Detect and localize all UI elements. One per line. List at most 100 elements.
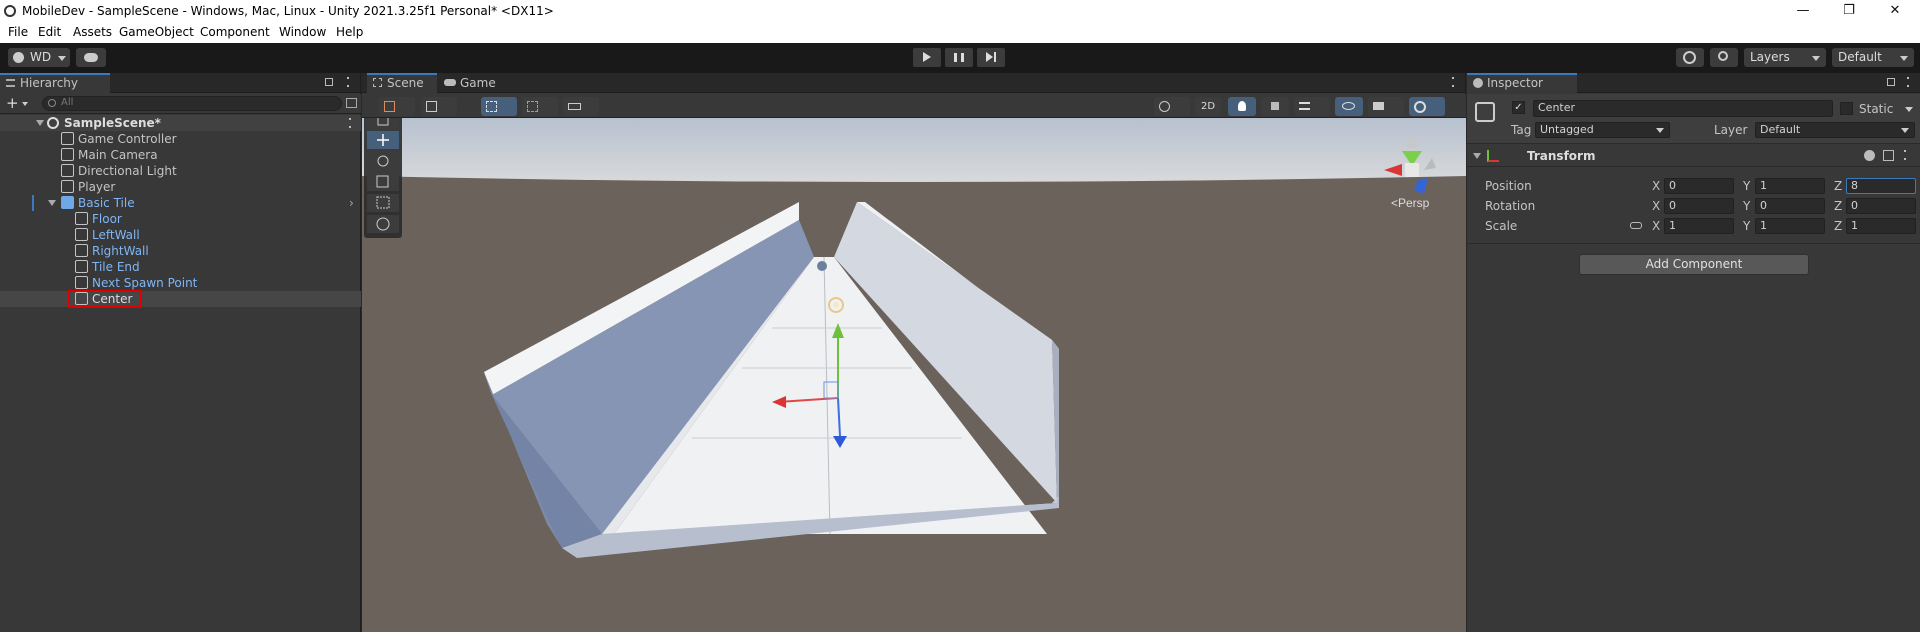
position-y-input[interactable]: 1 [1755,178,1825,194]
gameobject-cube-icon [75,292,88,305]
help-icon[interactable] [1864,150,1875,161]
tab-scene[interactable]: Scene [367,73,437,93]
search-button[interactable] [1710,48,1738,67]
gameobject-cube-icon [75,212,88,225]
kebab-menu-icon[interactable] [347,77,349,87]
hierarchy-item-next-spawn-point[interactable]: Next Spawn Point [0,275,361,291]
expand-arrow-icon[interactable] [36,120,44,126]
transform-header[interactable]: Transform [1467,145,1920,167]
tab-hierarchy[interactable]: Hierarchy [0,73,110,93]
hierarchy-item-floor[interactable]: Floor [0,211,361,227]
rotation-z-label[interactable]: Z [1834,199,1842,213]
expand-arrow-icon[interactable] [1473,153,1481,159]
minimize-button[interactable]: — [1780,0,1826,23]
lock-icon[interactable] [325,78,333,86]
layers-icon [1299,102,1310,110]
hierarchy-item-leftwall[interactable]: LeftWall [0,227,361,243]
gameobject-cube-icon[interactable] [1475,102,1495,122]
history-button[interactable] [1676,48,1704,67]
menu-assets[interactable]: Assets [73,25,112,39]
scale-x-input[interactable]: 1 [1664,218,1734,234]
close-button[interactable]: ✕ [1872,0,1918,23]
menu-component[interactable]: Component [200,25,270,39]
hierarchy-item-basic-tile[interactable]: Basic Tile › [0,195,361,211]
kebab-menu-icon[interactable] [1907,77,1909,87]
menu-gameobject[interactable]: GameObject [119,25,194,39]
rotation-y-input[interactable]: 0 [1755,198,1825,214]
rotation-x-label[interactable]: X [1652,199,1660,213]
scene-viewport[interactable]: <Persp [362,118,1466,632]
chevron-right-icon[interactable]: › [349,195,354,211]
tab-game[interactable]: Game [440,73,510,93]
expand-arrow-icon[interactable] [48,200,56,206]
scale-x-label[interactable]: X [1652,219,1660,233]
chevron-down-icon[interactable] [1905,107,1913,112]
menu-file[interactable]: File [8,25,28,39]
menu-help[interactable]: Help [336,25,363,39]
scale-y-label[interactable]: Y [1743,219,1750,233]
cloud-button[interactable] [76,48,106,67]
list-icon [6,79,15,87]
tool-palette[interactable] [364,118,402,238]
position-x-label[interactable]: X [1652,179,1660,193]
position-z-label[interactable]: Z [1834,179,1842,193]
menu-window[interactable]: Window [279,25,326,39]
hierarchy-item-main-camera[interactable]: Main Camera [0,147,361,163]
gameobject-cube-icon [75,228,88,241]
pause-icon [954,53,964,62]
layer-dropdown[interactable]: Default [1755,122,1915,138]
layers-dropdown[interactable]: Layers [1744,48,1826,67]
static-checkbox[interactable] [1840,102,1853,115]
position-x-input[interactable]: 0 [1664,178,1734,194]
grid-icon [486,101,497,112]
search-icon [1718,51,1728,61]
item-label: Next Spawn Point [92,276,198,290]
position-z-input[interactable]: 8 [1846,178,1916,194]
scene-toolbar: 2D [362,94,1466,118]
chevron-down-icon [58,56,66,61]
search-icon [48,99,56,107]
scene-row[interactable]: SampleScene* [0,115,361,131]
account-dropdown[interactable]: WD [8,48,70,67]
hierarchy-item-directional-light[interactable]: Directional Light [0,163,361,179]
hierarchy-item-center[interactable]: Center [0,290,361,308]
toggle-2d-button[interactable]: 2D [1195,97,1222,116]
scale-z-label[interactable]: Z [1834,219,1842,233]
active-checkbox[interactable]: ✓ [1512,101,1525,114]
object-name-input[interactable]: Center [1533,100,1833,117]
rotation-y-label[interactable]: Y [1743,199,1750,213]
scale-z-input[interactable]: 1 [1846,218,1916,234]
layout-dropdown[interactable]: Default [1832,48,1914,67]
info-icon [1473,78,1483,88]
hierarchy-item-game-controller[interactable]: Game Controller [0,131,361,147]
kebab-menu-icon[interactable] [1904,150,1906,160]
rotation-x-input[interactable]: 0 [1664,198,1734,214]
scale-label: Scale [1485,219,1518,233]
step-button[interactable] [977,48,1005,67]
add-object-button[interactable]: + [6,94,19,112]
play-button[interactable] [913,48,941,67]
scale-y-input[interactable]: 1 [1755,218,1825,234]
link-icon[interactable] [1630,222,1642,229]
hierarchy-item-player[interactable]: Player [0,179,361,195]
hierarchy-item-rightwall[interactable]: RightWall [0,243,361,259]
title-bar: MobileDev - SampleScene - Windows, Mac, … [0,0,1920,23]
lock-icon[interactable] [1887,78,1895,86]
rotation-z-input[interactable]: 0 [1846,198,1916,214]
tab-inspector[interactable]: Inspector [1467,73,1577,93]
shading-icon [1159,101,1170,112]
position-label: Position [1485,179,1532,193]
add-component-button[interactable]: Add Component [1579,254,1809,275]
menu-edit[interactable]: Edit [38,25,61,39]
tag-dropdown[interactable]: Untagged [1535,122,1670,138]
scene-sky [362,118,1466,182]
position-y-label[interactable]: Y [1743,179,1750,193]
scene-visibility-icon[interactable] [346,98,357,108]
presets-icon[interactable] [1883,150,1894,161]
kebab-menu-icon[interactable] [1452,77,1454,87]
pause-button[interactable] [945,48,973,67]
hierarchy-search-input[interactable]: All [42,96,342,111]
kebab-menu-icon[interactable] [349,118,351,128]
maximize-button[interactable]: ❐ [1826,0,1872,23]
hierarchy-item-tile-end[interactable]: Tile End [0,259,361,275]
